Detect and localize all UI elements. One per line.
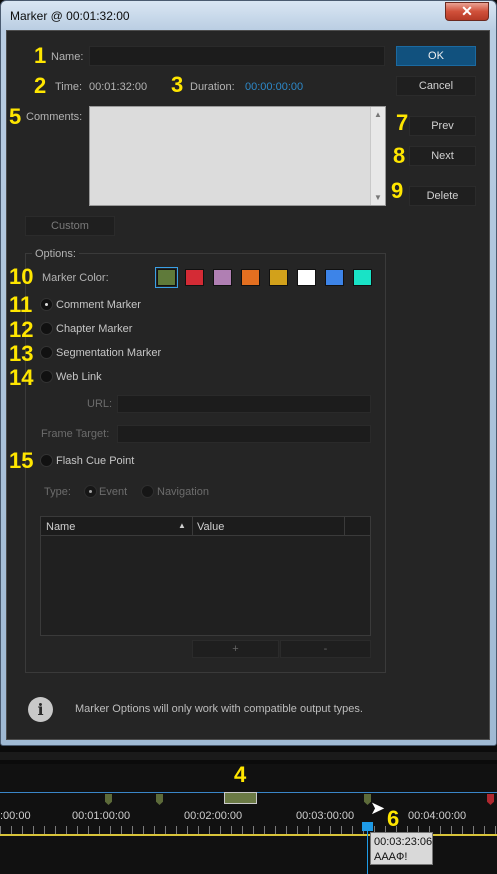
annotation-number: 6	[387, 806, 400, 831]
info-text: Marker Options will only work with compa…	[75, 703, 363, 715]
annotation-number: 13	[9, 341, 34, 366]
annotation-number: 7	[396, 110, 409, 135]
tooltip-comment: AAAФ!	[374, 851, 408, 863]
swatch-blue[interactable]	[325, 269, 344, 286]
segmentation-marker-label: Segmentation Marker	[56, 347, 162, 359]
url-label: URL:	[87, 398, 113, 410]
custom-button[interactable]: Custom	[25, 216, 115, 236]
annotation-number: 15	[9, 448, 34, 473]
annotation-number: 5	[9, 104, 22, 129]
annotation-number: 3	[171, 72, 184, 97]
color-swatches	[155, 267, 375, 291]
swatch-red[interactable]	[185, 269, 204, 286]
swatch-orange[interactable]	[241, 269, 260, 286]
comments-label: Comments:	[26, 111, 83, 123]
chapter-marker-radio[interactable]	[40, 322, 53, 335]
comments-scrollbar[interactable]: ▲ ▼	[370, 107, 385, 205]
ruler-tick-label: :00:00	[0, 810, 31, 822]
cue-point-table[interactable]: Name ▲ Value	[40, 516, 371, 636]
event-label: Event	[99, 486, 128, 498]
add-cue-button[interactable]: +	[192, 640, 279, 658]
sort-ascending-icon[interactable]: ▲	[178, 521, 186, 530]
scroll-down-icon[interactable]: ▼	[374, 193, 382, 202]
frame-target-input[interactable]	[117, 425, 371, 443]
ok-button[interactable]: OK	[396, 46, 476, 66]
web-link-label: Web Link	[56, 371, 102, 383]
swatch-yellow[interactable]	[269, 269, 288, 286]
annotation-number: 14	[9, 365, 34, 390]
swatch-green[interactable]	[155, 267, 178, 288]
comment-marker-radio[interactable]	[40, 298, 53, 311]
swatch-cyan[interactable]	[353, 269, 372, 286]
event-radio[interactable]	[84, 485, 97, 498]
window-title: Marker @ 00:01:32:00	[10, 9, 130, 23]
duration-label: Duration:	[190, 81, 235, 93]
annotation-number: 11	[9, 292, 33, 317]
ruler-tick-label: 00:01:00:00	[72, 810, 131, 822]
chapter-marker-label: Chapter Marker	[56, 323, 133, 335]
annotation-number: 10	[9, 264, 34, 289]
scroll-up-icon[interactable]: ▲	[374, 110, 382, 119]
header-name[interactable]: Name	[46, 521, 75, 533]
swatch-purple[interactable]	[213, 269, 232, 286]
annotation-number: 12	[9, 317, 34, 342]
navigation-radio[interactable]	[141, 485, 154, 498]
cancel-button[interactable]: Cancel	[396, 76, 476, 96]
delete-button[interactable]: Delete	[409, 186, 476, 206]
ruler-tick-label: 00:02:00:00	[184, 810, 243, 822]
comments-textarea[interactable]: ▲ ▼	[89, 106, 386, 206]
annotation-number: 8	[393, 143, 406, 168]
marker-color-label: Marker Color:	[42, 272, 109, 284]
annotation-number: 4	[234, 762, 247, 787]
options-legend: Options:	[32, 248, 79, 260]
timeline-range-marker[interactable]	[224, 792, 257, 804]
time-label: Time:	[55, 81, 83, 93]
segmentation-marker-radio[interactable]	[40, 346, 53, 359]
swatch-white[interactable]	[297, 269, 316, 286]
table-header: Name ▲ Value	[41, 517, 370, 536]
url-input[interactable]	[117, 395, 371, 413]
next-button[interactable]: Next	[409, 146, 476, 166]
remove-cue-button[interactable]: -	[280, 640, 371, 658]
ruler-tick-label: 00:04:00:00	[408, 810, 467, 822]
title-bar[interactable]: Marker @ 00:01:32:00 ✕	[1, 1, 497, 31]
tooltip-time: 00:03:23:06	[374, 836, 433, 848]
header-value[interactable]: Value	[197, 521, 224, 533]
annotation-number: 2	[34, 73, 47, 98]
time-value: 00:01:32:00	[89, 81, 148, 93]
prev-button[interactable]: Prev	[409, 116, 476, 136]
navigation-label: Navigation	[157, 486, 209, 498]
playhead-line[interactable]	[367, 826, 368, 874]
annotation-number: 1	[34, 43, 47, 68]
header-divider	[192, 517, 193, 536]
header-divider	[344, 517, 345, 536]
mouse-cursor-icon: ➤	[370, 798, 386, 818]
close-button[interactable]: ✕	[445, 2, 489, 21]
timeline-tooltip: 00:03:23:06 AAAФ!	[370, 832, 433, 865]
info-icon: i	[28, 697, 53, 722]
comment-marker-label: Comment Marker	[56, 299, 141, 311]
flash-cue-point-label: Flash Cue Point	[56, 455, 135, 467]
frame-target-label: Frame Target:	[41, 428, 110, 440]
web-link-radio[interactable]	[40, 370, 53, 383]
timeline-separator	[0, 752, 497, 760]
duration-value[interactable]: 00:00:00:00	[245, 81, 303, 93]
name-label: Name:	[51, 51, 84, 63]
name-input[interactable]	[89, 46, 385, 66]
type-label: Type:	[44, 486, 71, 498]
ruler-tick-label: 00:03:00:00	[296, 810, 355, 822]
playhead-handle[interactable]	[362, 822, 373, 831]
flash-cue-point-radio[interactable]	[40, 454, 53, 467]
annotation-number: 9	[391, 178, 404, 203]
